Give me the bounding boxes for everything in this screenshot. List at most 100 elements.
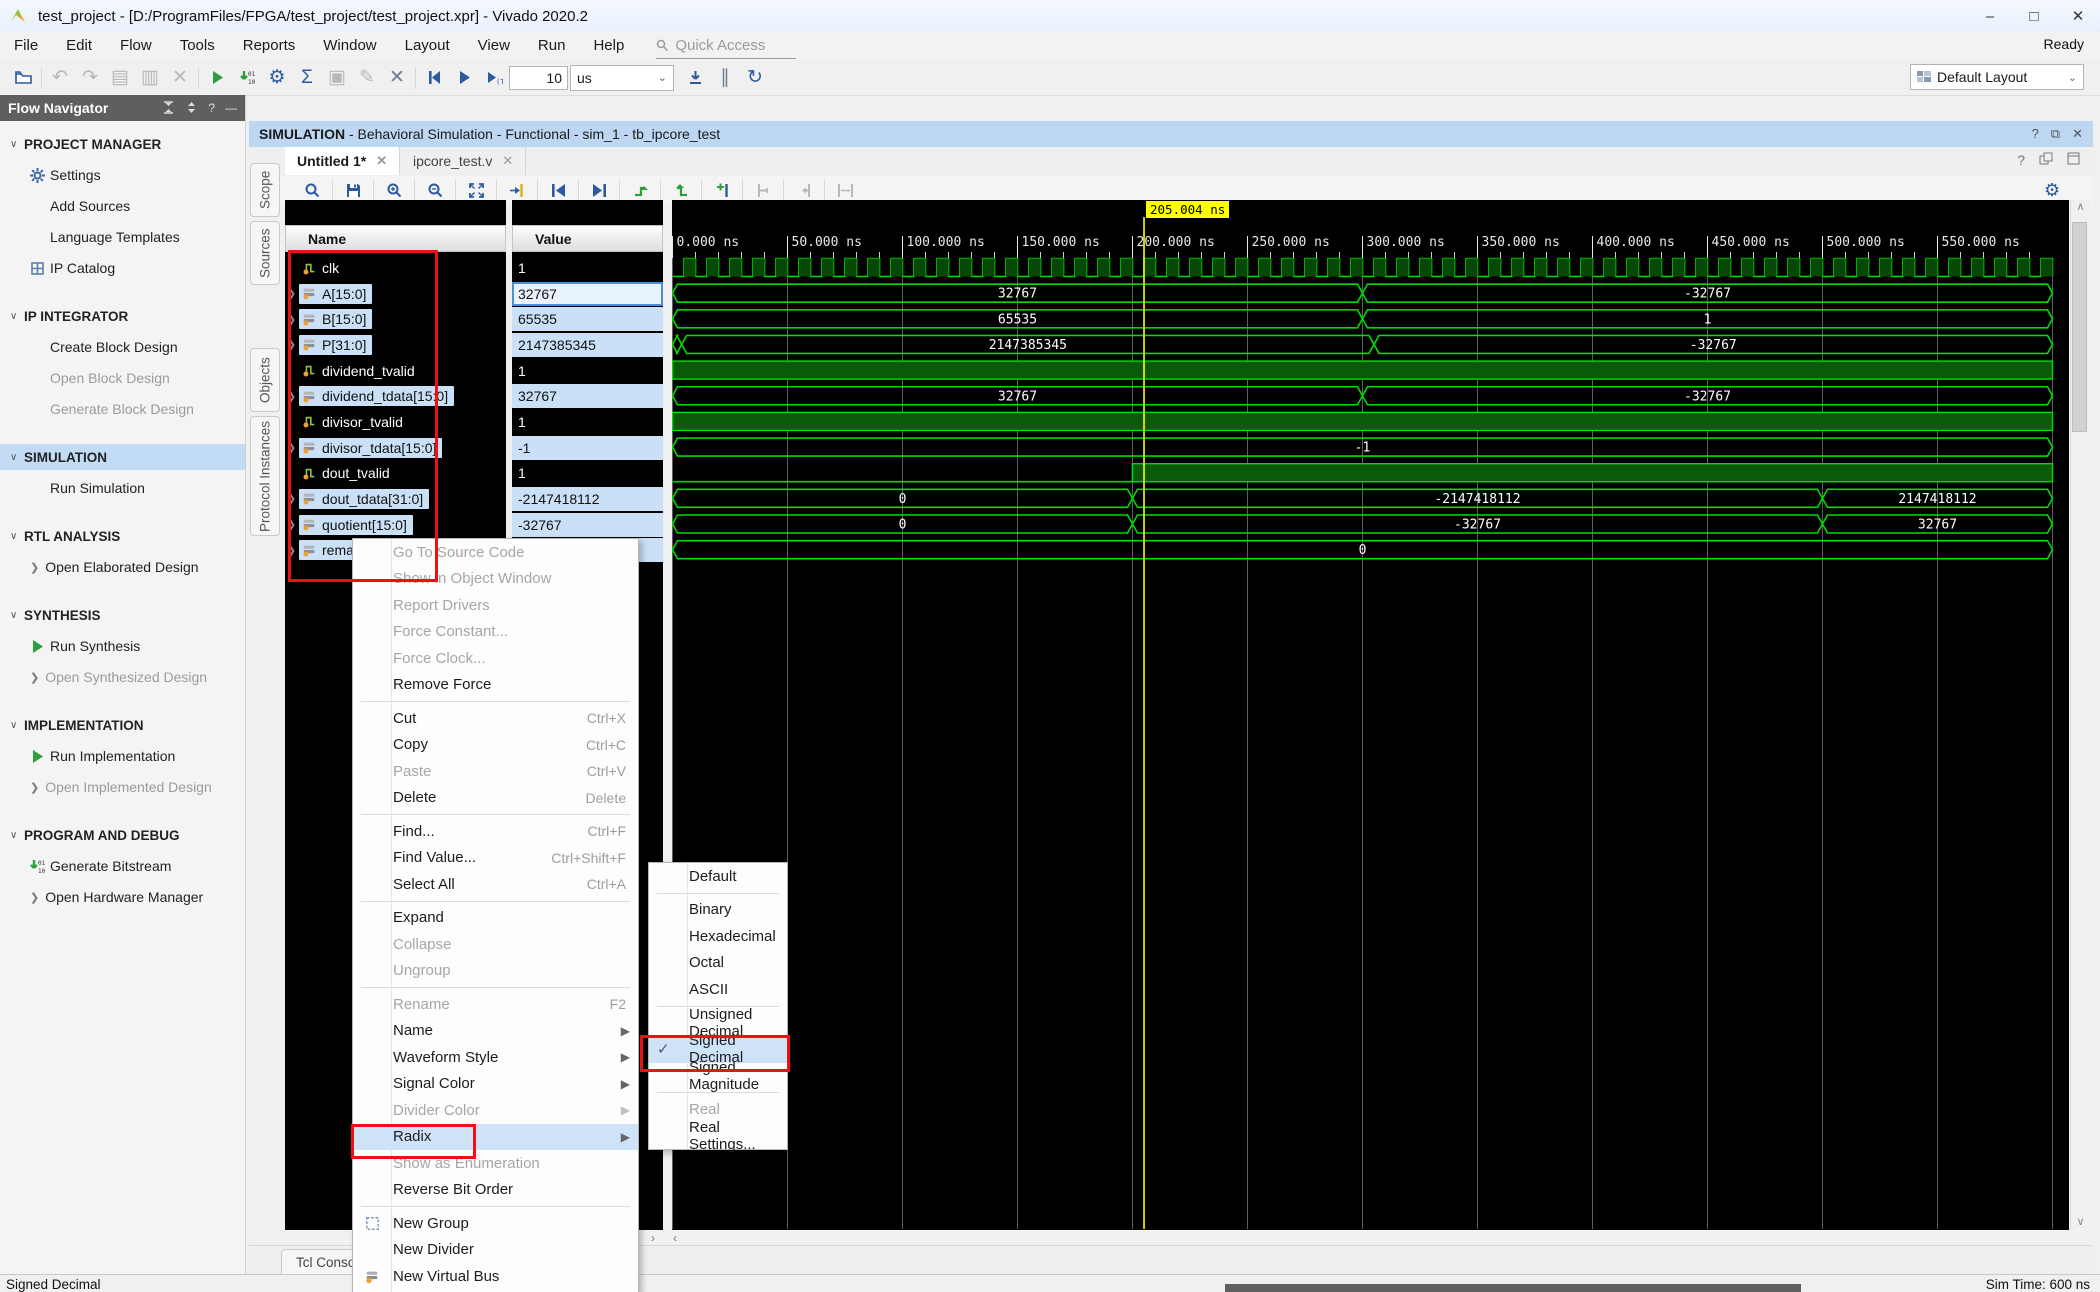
cursor-time-flag[interactable]: 205.004 ns (1146, 201, 1229, 218)
scroll-down-icon[interactable]: ∨ (2071, 1215, 2090, 1228)
remove-force-icon[interactable]: ✕ (382, 64, 412, 92)
menu-item-select-all[interactable]: Select AllCtrl+A (353, 871, 638, 898)
close-button[interactable]: ✕ (2056, 0, 2100, 32)
settings-gear-icon[interactable]: ⚙ (262, 64, 292, 92)
report-summary-icon[interactable]: Σ (292, 64, 322, 92)
signal-value-P-31-0-[interactable]: 2147385345 (512, 333, 663, 357)
waveform-canvas[interactable]: 0.000 ns50.000 ns100.000 ns150.000 ns200… (672, 200, 2069, 1230)
zoom-in-icon[interactable] (377, 178, 411, 202)
expand-caret-icon[interactable]: ❯ (287, 390, 296, 403)
nav-item-language-templates[interactable]: Language Templates (0, 224, 245, 250)
expand-collapse-icon[interactable] (185, 101, 198, 114)
nav-item-add-sources[interactable]: Add Sources (0, 193, 245, 219)
nav-section-synthesis[interactable]: ∨SYNTHESIS (0, 602, 245, 628)
generate-bitstream-icon[interactable]: 0110 (232, 64, 262, 92)
menu-item-copy[interactable]: CopyCtrl+C (353, 732, 638, 759)
side-tab-objects[interactable]: Objects (250, 348, 280, 412)
zoom-out-icon[interactable] (418, 178, 452, 202)
signal-row-B-15-0-[interactable]: ❯B[15:0] (285, 306, 506, 332)
signal-value-quotient-15-0-[interactable]: -32767 (512, 513, 663, 537)
menu-item-radix[interactable]: Radix▶ (353, 1124, 638, 1151)
nav-item-settings[interactable]: Settings (0, 162, 245, 188)
nav-item-generate-bitstream[interactable]: 0110Generate Bitstream (0, 853, 245, 879)
step-icon[interactable] (680, 64, 710, 92)
maximize-panel-icon[interactable] (2067, 152, 2081, 165)
nav-item-open-hardware-manager[interactable]: ❯Open Hardware Manager (0, 884, 245, 910)
expand-caret-icon[interactable]: ❯ (287, 441, 296, 454)
menu-run[interactable]: Run (524, 32, 580, 60)
signal-row-P-31-0-[interactable]: ❯P[31:0] (285, 332, 506, 358)
run-icon[interactable] (202, 64, 232, 92)
nav-item-run-simulation[interactable]: Run Simulation (0, 475, 245, 501)
collapse-all-icon[interactable] (162, 101, 175, 114)
restart-simulation-icon[interactable] (419, 64, 449, 92)
side-tab-sources[interactable]: Sources (250, 221, 280, 285)
zoom-to-cursor-icon[interactable] (500, 178, 534, 202)
close-tab-icon[interactable]: ✕ (502, 153, 513, 169)
expand-caret-icon[interactable]: ❯ (287, 518, 296, 531)
signal-row-quotient-15-0-[interactable]: ❯quotient[15:0] (285, 512, 506, 538)
menu-item-new-virtual-bus[interactable]: New Virtual Bus (353, 1263, 638, 1290)
menu-item-find-[interactable]: Find...Ctrl+F (353, 818, 638, 845)
nav-item-generate-block-design[interactable]: Generate Block Design (0, 396, 245, 422)
chevron-down-icon[interactable]: ∨ (10, 531, 24, 542)
tab-untitled-1[interactable]: Untitled 1*✕ (285, 147, 400, 175)
menu-item-new-group[interactable]: New Group (353, 1210, 638, 1237)
signal-value-B-15-0-[interactable]: 65535 (512, 307, 663, 331)
panel-close-icon[interactable]: ✕ (2072, 126, 2083, 142)
nav-item-create-block-design[interactable]: Create Block Design (0, 334, 245, 360)
edit-icon[interactable]: ✎ (352, 64, 382, 92)
undo-icon[interactable]: ↶ (45, 64, 75, 92)
signal-value-dout-tdata-31-0-[interactable]: -2147418112 (512, 487, 663, 511)
fit-selection-icon[interactable] (828, 178, 862, 202)
nav-section-implementation[interactable]: ∨IMPLEMENTATION (0, 712, 245, 738)
name-column-header[interactable]: Name (285, 225, 506, 252)
menu-item-default[interactable]: Default (649, 863, 787, 890)
value-column-header[interactable]: Value (512, 225, 663, 252)
swap-cursor-back-icon[interactable] (623, 178, 657, 202)
menu-help[interactable]: Help (579, 32, 638, 60)
signal-row-clk[interactable]: clk (285, 255, 506, 281)
chevron-right-icon[interactable]: ❯ (30, 671, 39, 684)
bottom-scrollbar-thumb[interactable] (1225, 1284, 1801, 1292)
go-to-left-edge-icon[interactable] (746, 178, 780, 202)
menu-item-cut[interactable]: CutCtrl+X (353, 705, 638, 732)
nav-item-open-block-design[interactable]: Open Block Design (0, 365, 245, 391)
menu-item-reverse-bit-order[interactable]: Reverse Bit Order (353, 1177, 638, 1204)
menu-file[interactable]: File (0, 32, 52, 60)
signal-value-divisor-tvalid[interactable]: 1 (512, 410, 663, 434)
stop-icon[interactable]: ▣ (322, 64, 352, 92)
signal-row-dout-tvalid[interactable]: dout_tvalid (285, 460, 506, 486)
panel-float-icon[interactable]: ⧉ (2051, 126, 2060, 142)
nav-item-ip-catalog[interactable]: IP Catalog (0, 255, 245, 281)
signal-value-dividend-tvalid[interactable]: 1 (512, 359, 663, 383)
close-tab-icon[interactable]: ✕ (376, 153, 387, 169)
menu-item-new-divider[interactable]: New Divider (353, 1237, 638, 1264)
expand-caret-icon[interactable]: ❯ (287, 544, 296, 557)
add-marker-icon[interactable] (705, 178, 739, 202)
sim-time-input[interactable]: 10 (509, 66, 568, 90)
chevron-down-icon[interactable]: ∨ (10, 452, 24, 463)
minimize-panel-icon[interactable]: — (225, 101, 237, 115)
scroll-left-icon[interactable]: ‹ (673, 1231, 677, 1245)
signal-row-A-15-0-[interactable]: ❯A[15:0] (285, 281, 506, 307)
nav-item-open-synthesized-design[interactable]: ❯Open Synthesized Design (0, 664, 245, 690)
next-transition-icon[interactable] (582, 178, 616, 202)
menu-flow[interactable]: Flow (106, 32, 166, 60)
signal-row-divisor-tdata-15-0-[interactable]: ❯divisor_tdata[15:0] (285, 435, 506, 461)
chevron-right-icon[interactable]: ❯ (30, 891, 39, 904)
chevron-down-icon[interactable]: ∨ (10, 610, 24, 621)
vertical-scrollbar-thumb[interactable] (2072, 222, 2087, 432)
zoom-fit-icon[interactable] (459, 178, 493, 202)
wave-save-icon[interactable] (336, 178, 370, 202)
menu-item-real-settings-[interactable]: Real Settings... (649, 1123, 787, 1150)
menu-item-octal[interactable]: Octal (649, 950, 787, 977)
chevron-down-icon[interactable]: ∨ (10, 720, 24, 731)
go-to-right-edge-icon[interactable] (787, 178, 821, 202)
signal-value-clk[interactable]: 1 (512, 256, 663, 280)
menu-item-waveform-style[interactable]: Waveform Style▶ (353, 1044, 638, 1071)
signal-value-dout-tvalid[interactable]: 1 (512, 461, 663, 485)
redo-icon[interactable]: ↷ (75, 64, 105, 92)
menu-item-remove-force[interactable]: Remove Force (353, 672, 638, 699)
help-icon[interactable]: ? (2017, 152, 2025, 168)
